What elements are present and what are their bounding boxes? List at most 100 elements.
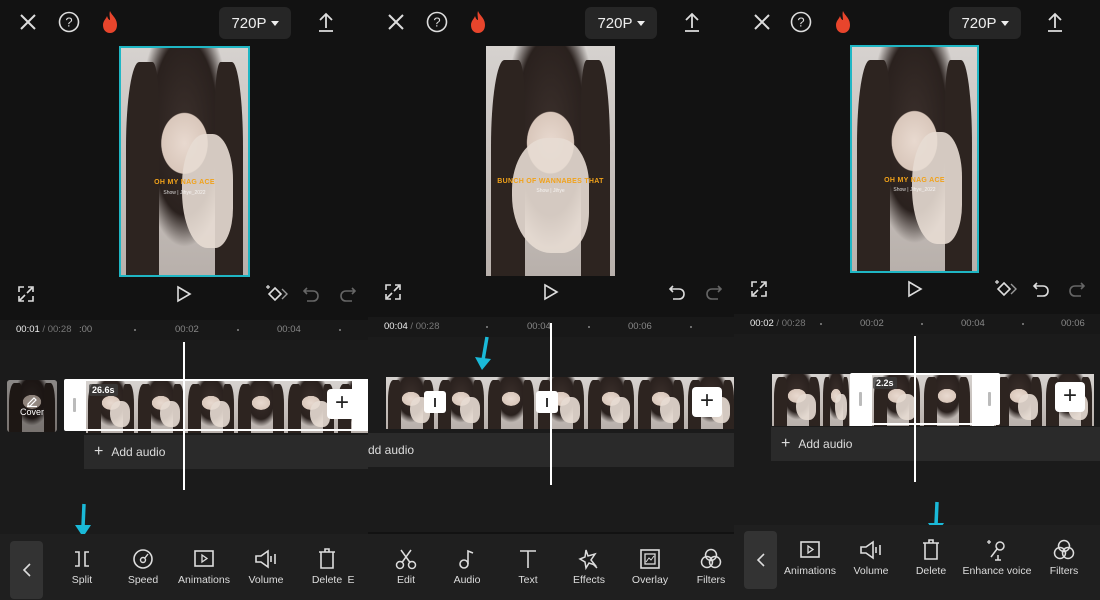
- editor-panel-2: ? 720P BUNCH OF WANNABES THAT Show | Jih…: [368, 0, 734, 600]
- export-upload-icon[interactable]: [314, 10, 338, 34]
- add-audio-label: Add audio: [111, 445, 166, 459]
- caret-down-icon: [636, 20, 645, 26]
- resolution-dropdown[interactable]: 720P: [585, 7, 657, 39]
- tool-filters[interactable]: Filters: [1029, 537, 1099, 577]
- resolution-dropdown[interactable]: 720P: [949, 7, 1021, 39]
- animations-icon: [775, 537, 845, 563]
- clip-transition-handle[interactable]: [424, 391, 446, 413]
- playhead[interactable]: [914, 336, 916, 482]
- fire-icon[interactable]: [466, 10, 490, 34]
- trim-handle-right[interactable]: [988, 392, 991, 406]
- editor-panel-1: ? 720P OH MY NAG ACE Show | Jihye_2022 0…: [0, 0, 368, 600]
- video-preview[interactable]: BUNCH OF WANNABES THAT Show | Jihye: [486, 46, 615, 276]
- ruler-dot: [820, 323, 822, 325]
- help-icon[interactable]: ?: [425, 10, 449, 34]
- time-ruler[interactable]: 00:01 / 00:28 :00 00:02 00:04: [0, 320, 368, 340]
- tool-label: Effects: [573, 574, 605, 586]
- tool-filters[interactable]: Filters: [676, 546, 734, 586]
- video-subcaption: Show | Jihye_2022: [893, 187, 936, 193]
- video-caption: OH MY NAG ACE: [154, 179, 215, 186]
- tool-label: Edit: [396, 574, 416, 586]
- fire-icon[interactable]: [98, 10, 122, 34]
- video-preview[interactable]: OH MY NAG ACE Show | Jihye_2022: [850, 45, 979, 273]
- timeline[interactable]: Cover 26.6s + + Add audio: [0, 340, 368, 535]
- trim-handle-left[interactable]: [859, 392, 862, 406]
- tool-volume[interactable]: Volume: [231, 546, 301, 586]
- playhead[interactable]: [183, 342, 185, 490]
- fullscreen-icon[interactable]: [380, 279, 406, 305]
- help-icon[interactable]: ?: [789, 10, 813, 34]
- tool-overlay[interactable]: Overlay: [615, 546, 685, 586]
- keyframe-icon[interactable]: [264, 281, 290, 307]
- ruler-dot: [237, 329, 239, 331]
- annotation-arrow: [475, 336, 491, 370]
- tool-label: Filters: [1049, 565, 1079, 577]
- undo-icon[interactable]: [1028, 276, 1054, 302]
- ruler-dot: [588, 326, 590, 328]
- fullscreen-icon[interactable]: [13, 281, 39, 307]
- fullscreen-icon[interactable]: [746, 276, 772, 302]
- top-bar: ? 720P: [368, 0, 734, 45]
- add-audio-label: Add audio: [798, 437, 853, 451]
- redo-icon[interactable]: [701, 279, 727, 305]
- video-preview[interactable]: OH MY NAG ACE Show | Jihye_2022: [119, 46, 250, 277]
- close-icon[interactable]: [750, 10, 774, 34]
- resolution-label: 720P: [961, 14, 997, 32]
- tool-audio[interactable]: Audio: [432, 546, 502, 586]
- undo-icon[interactable]: [298, 281, 324, 307]
- tool-delete[interactable]: Delete: [896, 537, 966, 577]
- ruler-tick: 00:02: [860, 318, 884, 329]
- back-button[interactable]: [744, 531, 777, 589]
- play-icon[interactable]: [538, 279, 564, 305]
- tool-label: Volume: [248, 574, 284, 586]
- ruler-tick: 00:06: [1061, 318, 1085, 329]
- svg-text:?: ?: [65, 15, 72, 30]
- playhead[interactable]: [550, 323, 552, 485]
- export-upload-icon[interactable]: [1043, 10, 1067, 34]
- add-clip-button[interactable]: +: [692, 387, 722, 417]
- fire-icon[interactable]: [831, 10, 855, 34]
- add-clip-button[interactable]: +: [327, 389, 357, 419]
- overlay-icon: [615, 546, 685, 572]
- delete-icon: [896, 537, 966, 563]
- tool-speed[interactable]: Speed: [108, 546, 178, 586]
- tool-text[interactable]: Text: [493, 546, 563, 586]
- play-icon[interactable]: [902, 276, 928, 302]
- tool-label: Overlay: [631, 574, 669, 586]
- clip-duration-badge: 2.2s: [873, 377, 897, 389]
- timeline[interactable]: + dd audio: [368, 323, 734, 532]
- tool-effects[interactable]: Effects: [554, 546, 624, 586]
- timeline[interactable]: 2.2s + + Add audio: [734, 334, 1100, 529]
- video-caption: BUNCH OF WANNABES THAT: [497, 178, 604, 185]
- ruler-dot: [339, 329, 341, 331]
- undo-icon[interactable]: [664, 279, 690, 305]
- time-ruler[interactable]: 00:02 / 00:28 00:02 00:04 00:06: [734, 314, 1100, 334]
- close-icon[interactable]: [384, 10, 408, 34]
- clip-transition-handle[interactable]: [536, 391, 558, 413]
- tool-animations[interactable]: Animations: [169, 546, 239, 586]
- tool-enhance-voice[interactable]: Enhance voice: [957, 537, 1037, 577]
- add-audio-button[interactable]: + Add audio: [771, 427, 1100, 461]
- trim-handle-left[interactable]: [73, 398, 76, 412]
- help-icon[interactable]: ?: [57, 10, 81, 34]
- tool-edit[interactable]: Edit: [371, 546, 441, 586]
- cover-button[interactable]: Cover: [7, 380, 57, 432]
- play-icon[interactable]: [171, 281, 197, 307]
- resolution-dropdown[interactable]: 720P: [219, 7, 291, 39]
- add-clip-button[interactable]: +: [1055, 382, 1085, 412]
- close-icon[interactable]: [16, 10, 40, 34]
- timecode: 00:01 / 00:28: [16, 324, 72, 335]
- tool-animations[interactable]: Animations: [775, 537, 845, 577]
- redo-icon[interactable]: [335, 281, 361, 307]
- back-button[interactable]: [10, 541, 43, 599]
- tool-partial[interactable]: E: [331, 546, 368, 586]
- video-caption: OH MY NAG ACE: [884, 177, 945, 184]
- keyframe-icon[interactable]: [993, 276, 1019, 302]
- speed-icon: [108, 546, 178, 572]
- add-audio-button[interactable]: + Add audio: [84, 435, 368, 469]
- scissors-icon: [371, 546, 441, 572]
- video-subcaption: Show | Jihye: [536, 188, 565, 194]
- export-upload-icon[interactable]: [680, 10, 704, 34]
- tool-split[interactable]: Split: [47, 546, 117, 586]
- redo-icon[interactable]: [1064, 276, 1090, 302]
